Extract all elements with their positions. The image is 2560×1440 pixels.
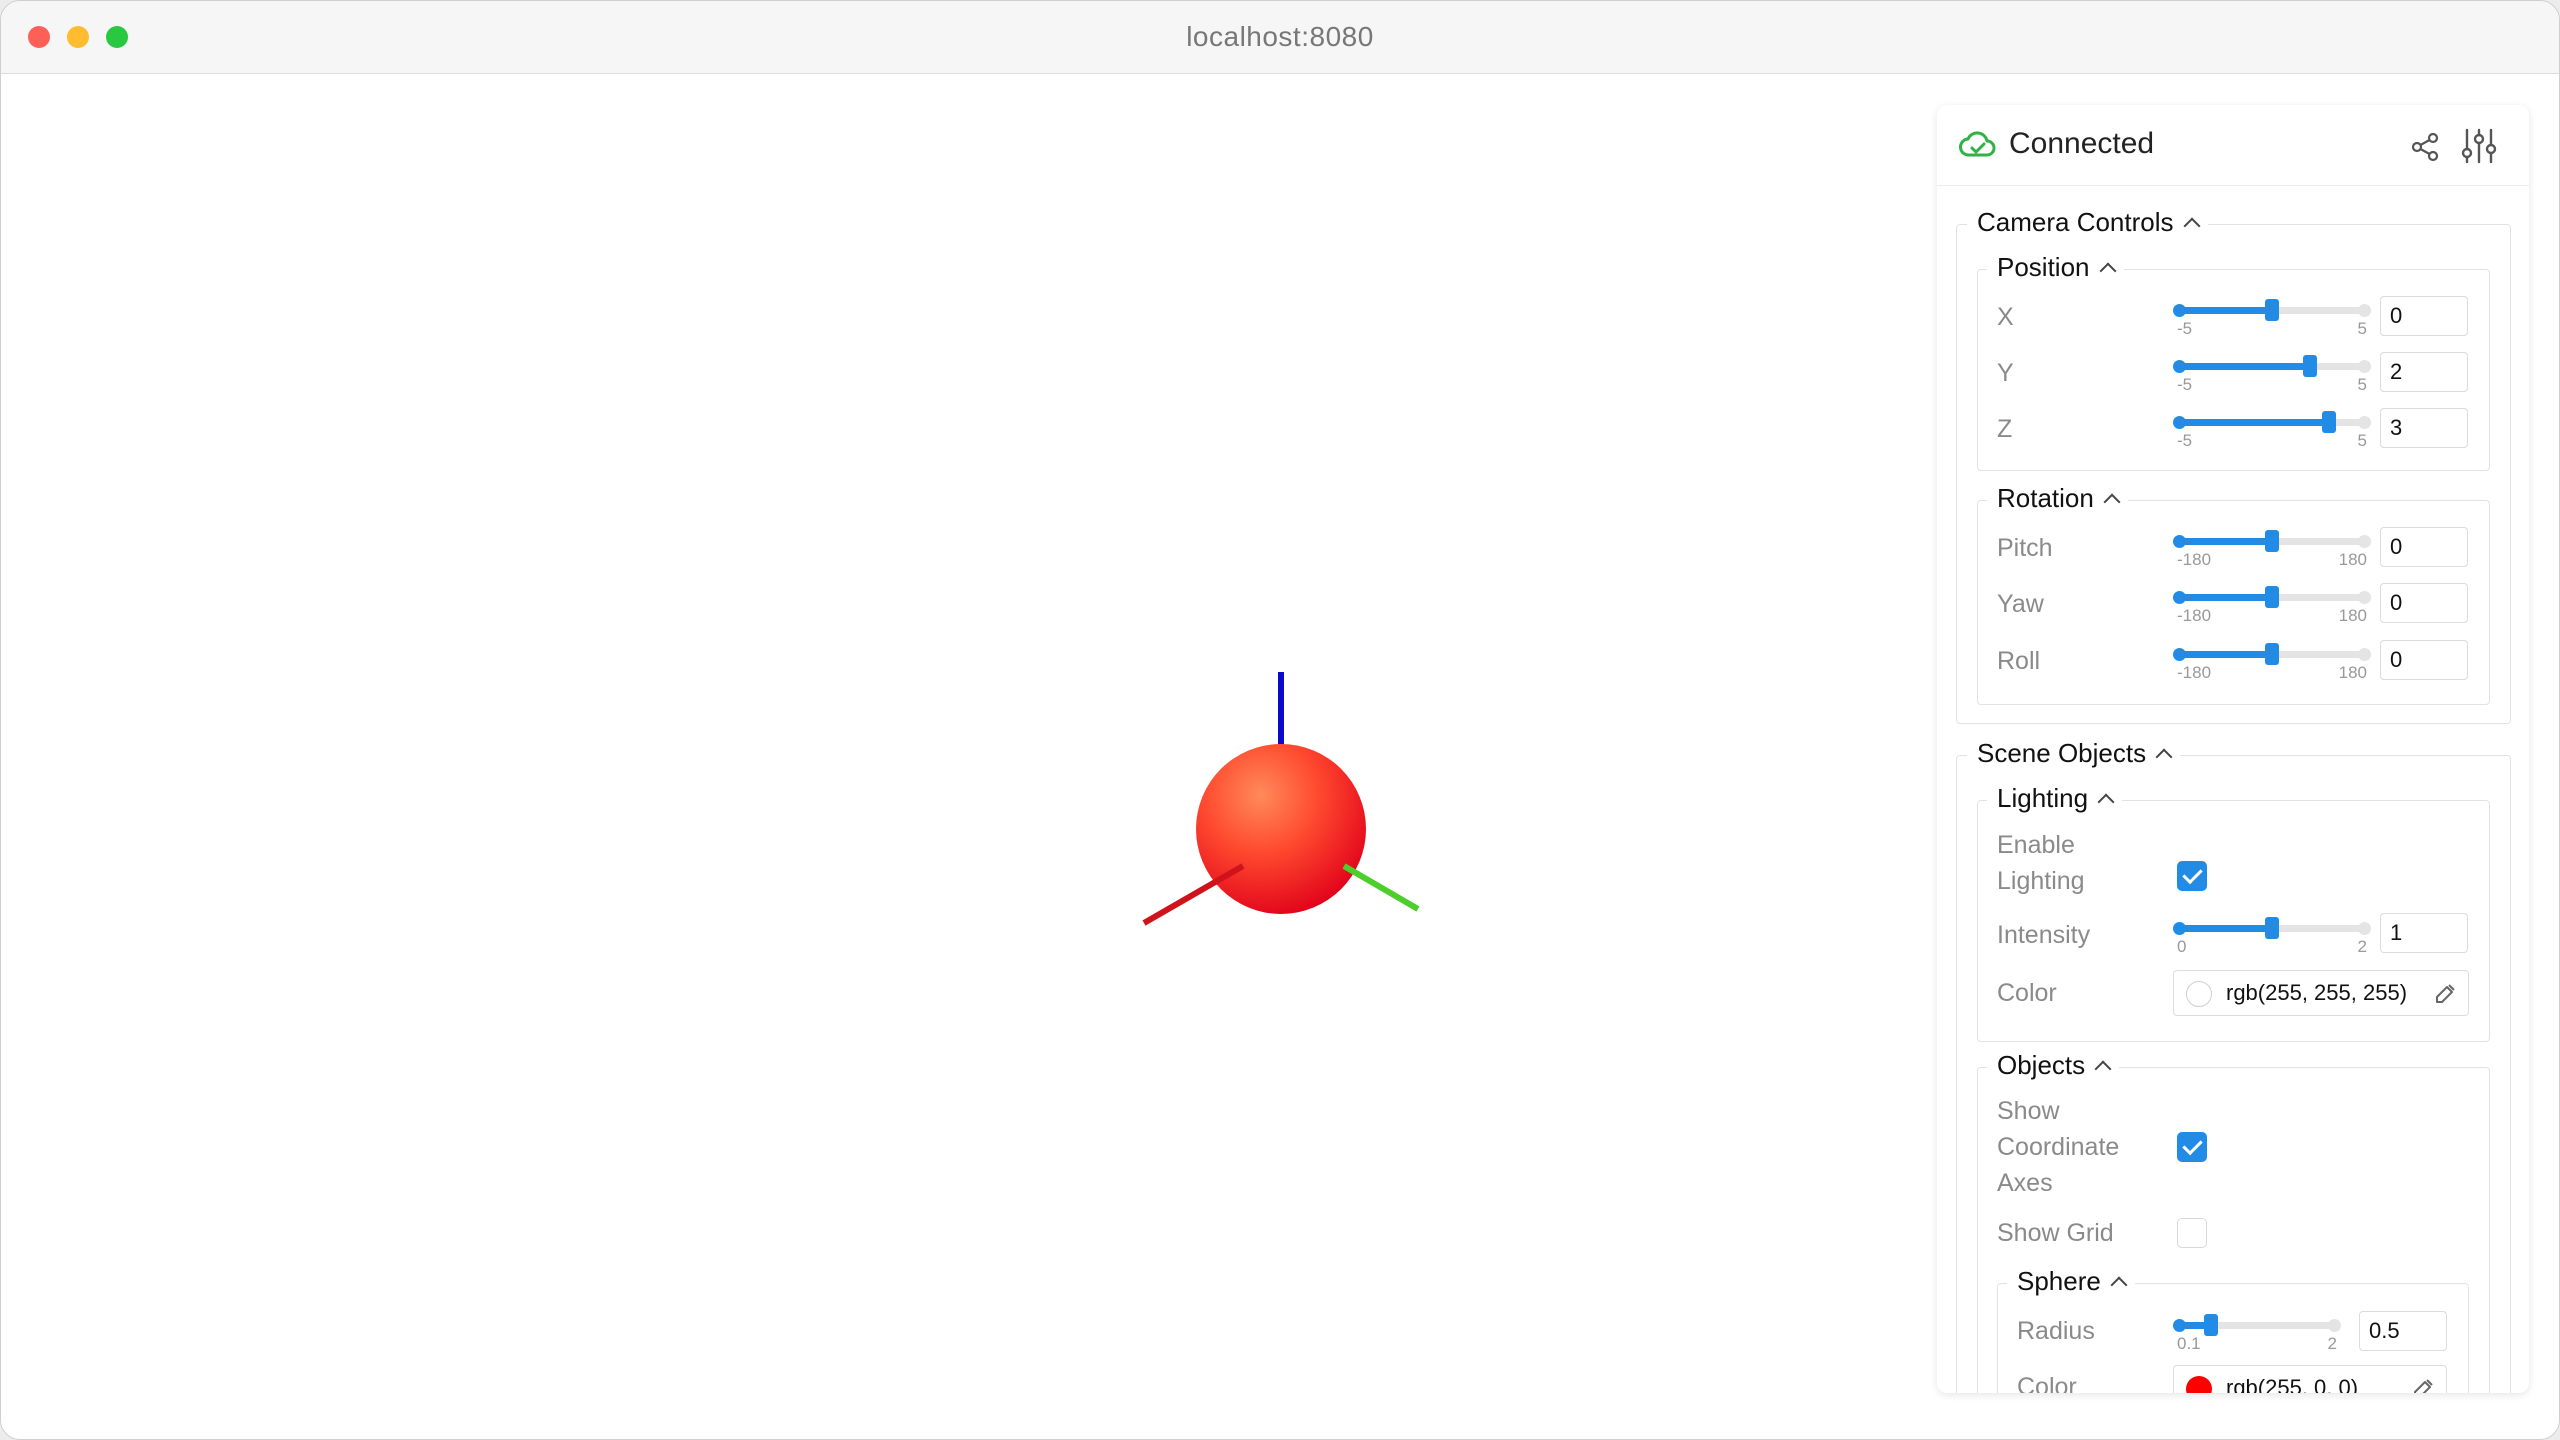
rotation-title: Rotation: [1997, 483, 2094, 513]
y-input[interactable]: [2380, 352, 2468, 392]
light-color-label: Color: [1997, 979, 2057, 1007]
radius-max: 2: [2327, 1334, 2337, 1353]
intensity-min: 0: [2177, 937, 2187, 956]
y-min: -5: [2177, 375, 2193, 394]
chevron-up-icon: [2103, 493, 2121, 511]
position-toggle[interactable]: Position: [1987, 252, 2124, 283]
y-axis-line: [1342, 863, 1420, 912]
scene-objects-title: Scene Objects: [1977, 738, 2147, 768]
pitch-input[interactable]: [2380, 527, 2468, 567]
camera-controls-toggle[interactable]: Camera Controls: [1967, 207, 2208, 238]
show-axes-label-line3: Axes: [1997, 1169, 2053, 1197]
scene-render[interactable]: [1101, 634, 1461, 954]
x-min: -5: [2177, 319, 2193, 338]
roll-min: -180: [2177, 663, 2212, 682]
radius-min: 0.1: [2177, 1334, 2201, 1353]
chevron-up-icon: [2183, 217, 2201, 235]
objects-toggle[interactable]: Objects: [1987, 1050, 2120, 1081]
yaw-max: 180: [2338, 606, 2367, 625]
show-axes-checkbox[interactable]: [2177, 1132, 2207, 1162]
address-text: localhost:8080: [1186, 21, 1374, 52]
x-label: X: [1997, 303, 2014, 331]
x-slider[interactable]: -5 5: [2173, 299, 2371, 338]
chevron-up-icon: [2155, 748, 2173, 766]
share-icon[interactable]: [2409, 131, 2441, 163]
roll-max: 180: [2338, 663, 2367, 682]
y-slider[interactable]: -5 5: [2173, 355, 2371, 394]
pitch-slider[interactable]: -180 180: [2173, 530, 2371, 569]
y-max: 5: [2357, 375, 2367, 394]
pitch-label: Pitch: [1997, 534, 2053, 562]
camera-controls-title: Camera Controls: [1977, 207, 2174, 237]
connection-status: Connected: [2009, 127, 2155, 160]
enable-lighting-label-line2: Lighting: [1997, 867, 2085, 895]
show-grid-label: Show Grid: [1997, 1219, 2114, 1247]
intensity-max: 2: [2357, 937, 2367, 956]
x-input[interactable]: [2380, 296, 2468, 336]
roll-label: Roll: [1997, 647, 2041, 675]
eyedropper-icon[interactable]: [2434, 981, 2458, 1005]
intensity-input[interactable]: [2380, 913, 2468, 953]
z-input[interactable]: [2380, 408, 2468, 448]
pitch-max: 180: [2338, 550, 2367, 569]
panel-header: Connected: [1937, 105, 2529, 186]
enable-lighting-label-line1: Enable: [1997, 831, 2075, 859]
eyedropper-icon[interactable]: [2412, 1376, 2436, 1393]
sphere-object[interactable]: [1196, 744, 1366, 914]
sphere-color-value: rgb(255, 0, 0): [2226, 1375, 2359, 1393]
title-bar: localhost:8080: [1, 1, 2559, 74]
roll-slider[interactable]: -180 180: [2173, 643, 2371, 682]
sphere-color-field[interactable]: rgb(255, 0, 0): [2173, 1365, 2447, 1393]
z-max: 5: [2357, 431, 2367, 450]
y-label: Y: [1997, 359, 2014, 387]
controls-panel: Connected Camera Controls Position X -5 …: [1937, 105, 2529, 1393]
adjustments-icon[interactable]: [2461, 127, 2497, 165]
yaw-min: -180: [2177, 606, 2212, 625]
chevron-up-icon: [2110, 1276, 2128, 1294]
sphere-color-swatch: [2186, 1376, 2212, 1393]
sphere-toggle[interactable]: Sphere: [2007, 1266, 2135, 1297]
yaw-label: Yaw: [1997, 590, 2044, 618]
intensity-label: Intensity: [1997, 921, 2091, 949]
lighting-title: Lighting: [1997, 783, 2089, 813]
light-color-value: rgb(255, 255, 255): [2226, 980, 2406, 1005]
yaw-slider[interactable]: -180 180: [2173, 586, 2371, 625]
roll-input[interactable]: [2380, 640, 2468, 680]
enable-lighting-checkbox[interactable]: [2177, 861, 2207, 891]
light-color-swatch: [2186, 981, 2212, 1007]
radius-slider[interactable]: 0.1 2: [2173, 1314, 2341, 1353]
radius-input[interactable]: [2359, 1311, 2447, 1351]
radius-label: Radius: [2017, 1317, 2095, 1345]
x-max: 5: [2357, 319, 2367, 338]
position-title: Position: [1997, 252, 2090, 282]
objects-title: Objects: [1997, 1050, 2086, 1080]
show-axes-label-line2: Coordinate: [1997, 1133, 2120, 1161]
lighting-toggle[interactable]: Lighting: [1987, 783, 2123, 814]
light-color-field[interactable]: rgb(255, 255, 255): [2173, 970, 2469, 1016]
chevron-up-icon: [2097, 793, 2115, 811]
chevron-up-icon: [2099, 262, 2116, 280]
chevron-up-icon: [2094, 1060, 2112, 1078]
sphere-color-label: Color: [2017, 1373, 2077, 1393]
pitch-min: -180: [2177, 550, 2212, 569]
browser-window: localhost:8080 Connected Camera Controls…: [0, 0, 2560, 1440]
intensity-slider[interactable]: 0 2: [2173, 917, 2371, 956]
rotation-toggle[interactable]: Rotation: [1987, 483, 2128, 514]
show-axes-label-line1: Show: [1997, 1097, 2060, 1125]
show-grid-checkbox[interactable]: [2177, 1218, 2207, 1248]
sphere-title: Sphere: [2017, 1266, 2101, 1296]
z-min: -5: [2177, 431, 2193, 450]
scene-objects-toggle[interactable]: Scene Objects: [1967, 738, 2181, 769]
z-slider[interactable]: -5 5: [2173, 411, 2371, 450]
z-label: Z: [1997, 415, 2013, 443]
cloud-connected-icon: [1959, 131, 1996, 157]
yaw-input[interactable]: [2380, 583, 2468, 623]
